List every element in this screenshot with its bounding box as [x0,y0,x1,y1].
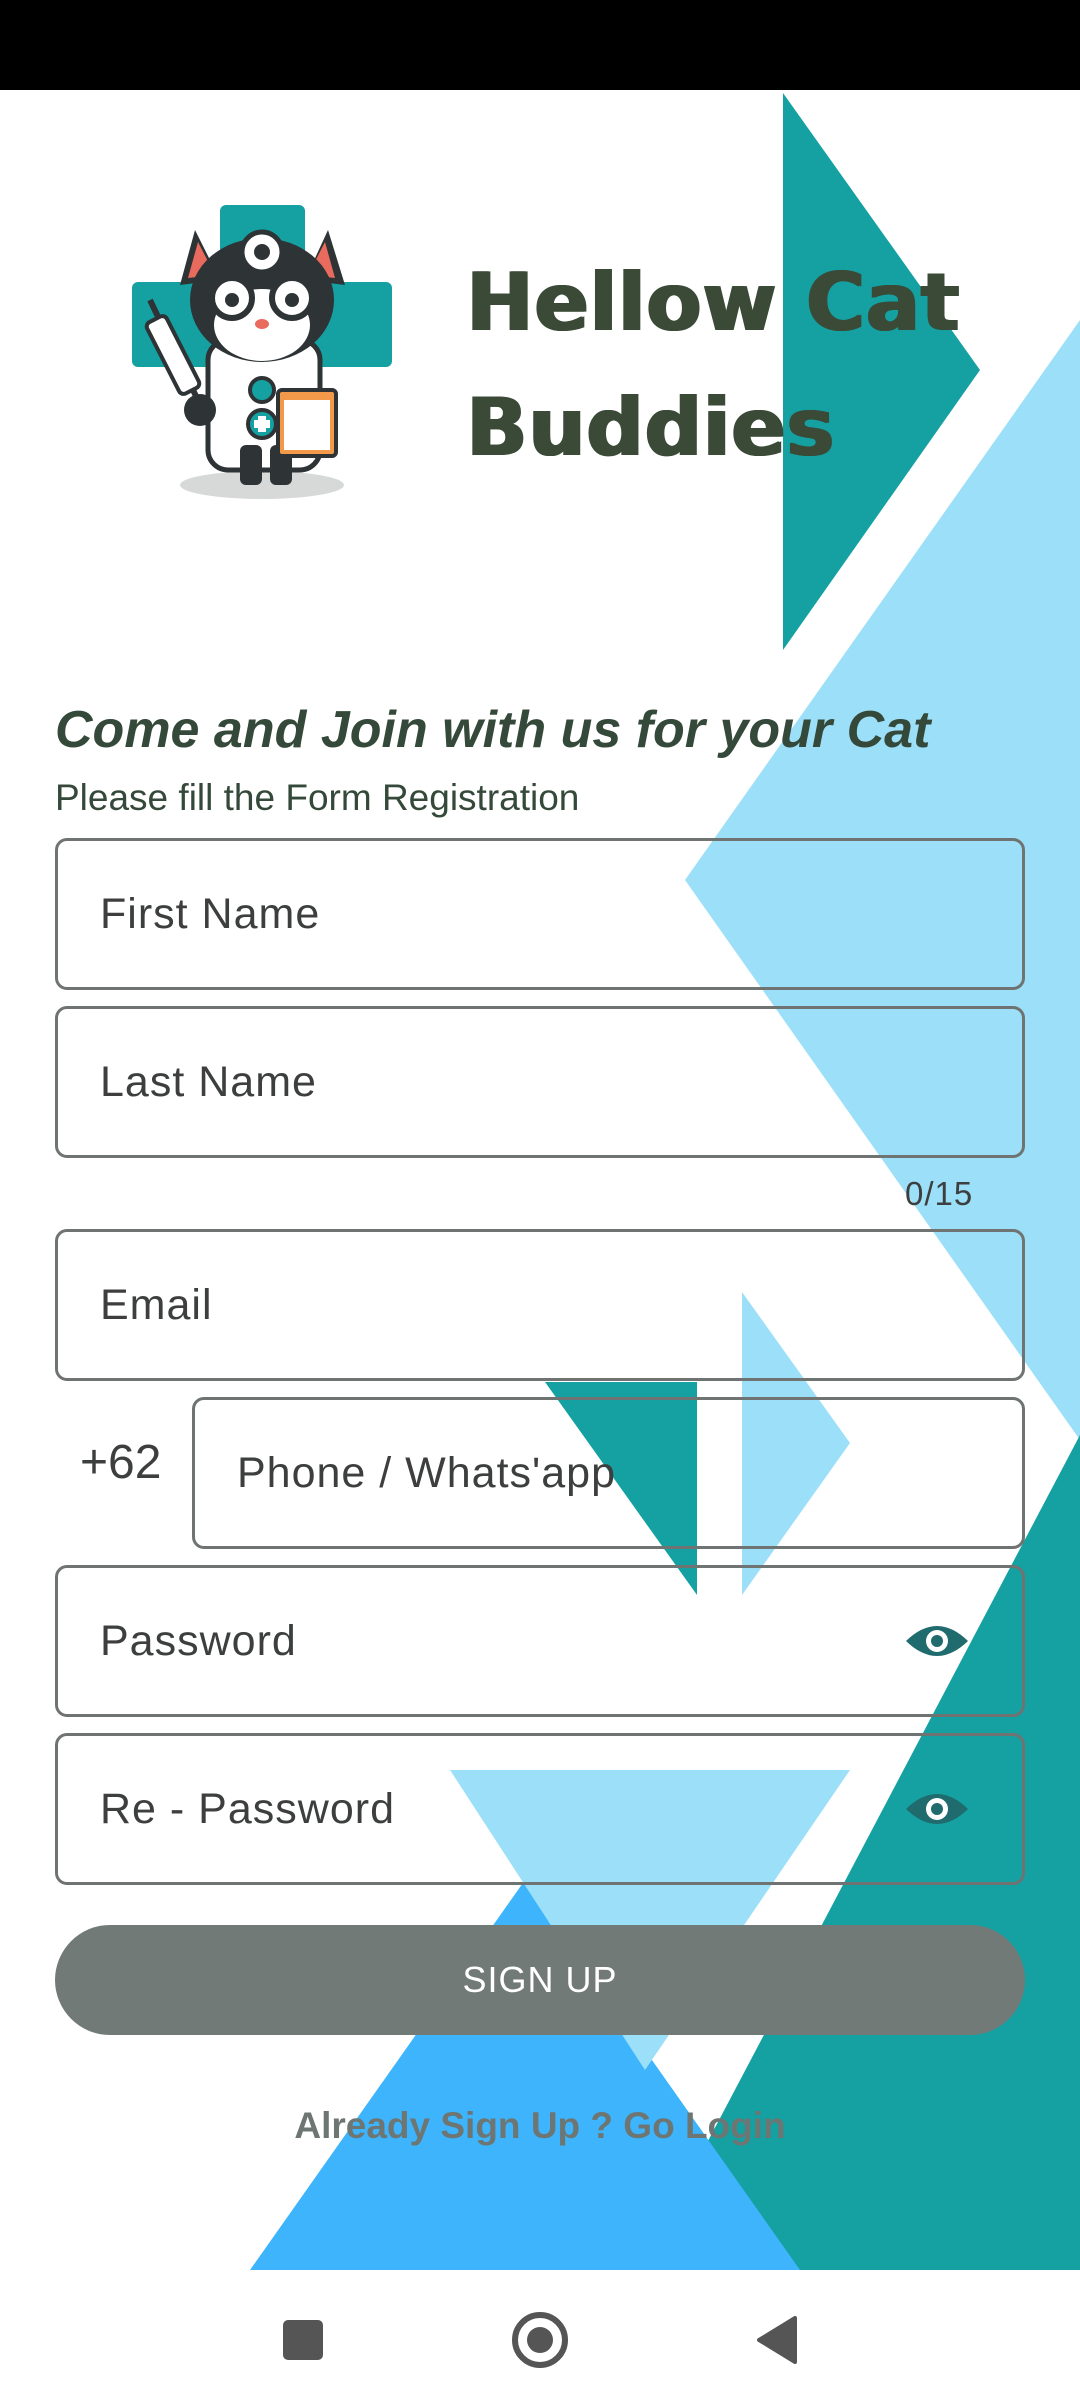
nav-recents-button[interactable] [268,2305,338,2375]
first-name-label: First Name [100,889,321,938]
triangle-back-icon [757,2316,797,2364]
navigation-bar [0,2270,1080,2400]
sign-up-button[interactable]: SIGN UP [55,1925,1025,2035]
cat-doctor-logo [132,205,392,499]
first-name-field[interactable]: First Name [55,838,1025,990]
app-title: Hellow Cat Buddies [466,240,1026,490]
app-title-line1: Hellow Cat [466,256,960,349]
email-label: Email [100,1280,213,1329]
go-login-link[interactable]: Already Sign Up ? Go Login [0,2105,1080,2147]
country-code: +62 [80,1436,162,1489]
phone-field[interactable]: Phone / Whats'app [192,1397,1025,1549]
repassword-label: Re - Password [100,1784,395,1833]
page-headline: Come and Join with us for your Cat [55,701,931,759]
email-field[interactable]: Email [55,1229,1025,1381]
last-name-label: Last Name [100,1057,317,1106]
square-icon [283,2320,323,2360]
circle-icon [512,2312,568,2368]
app-title-line2: Buddies [466,381,835,474]
password-label: Password [100,1616,297,1665]
password-field[interactable]: Password [55,1565,1025,1717]
eye-icon[interactable] [904,1787,970,1831]
eye-icon[interactable] [904,1619,970,1663]
nav-home-button[interactable] [505,2305,575,2375]
page-subtitle: Please fill the Form Registration [55,777,580,818]
repassword-field[interactable]: Re - Password [55,1733,1025,1885]
last-name-char-counter: 0/15 [905,1175,974,1212]
phone-label: Phone / Whats'app [237,1448,616,1497]
last-name-field[interactable]: Last Name [55,1006,1025,1158]
nav-back-button[interactable] [742,2305,812,2375]
